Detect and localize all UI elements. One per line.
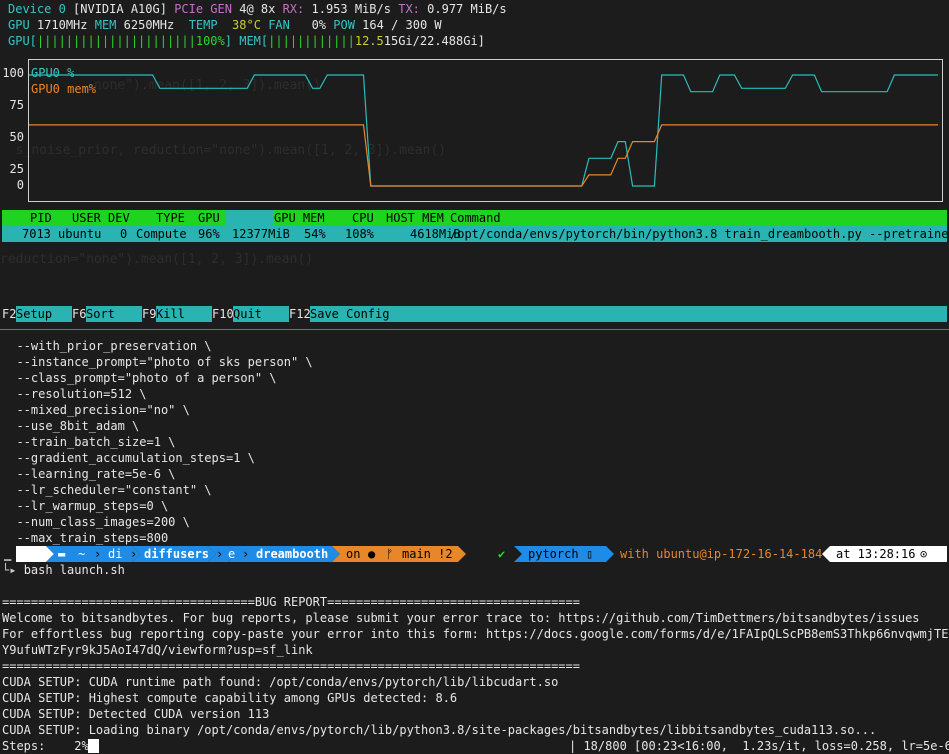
output-line: CUDA SETUP: Loading binary /opt/conda/en… — [2, 723, 877, 737]
process-row[interactable]: 7013 ubuntu 0 Compute 96% 12377MiB 54% 1… — [2, 226, 949, 242]
pane-divider — [0, 329, 949, 330]
output-line: CUDA SETUP: Highest compute capability a… — [2, 691, 458, 705]
script-line: --use_8bit_adam \ — [2, 419, 140, 433]
script-line: --with_prior_preservation \ — [2, 339, 212, 353]
script-line: --train_batch_size=1 \ — [2, 435, 176, 449]
command-text: bash launch.sh — [23, 563, 125, 577]
col-type: TYPE — [156, 211, 185, 225]
command-line: └▸ bash launch.sh — [2, 562, 125, 578]
prompt-time: at 13:28:16 — [836, 547, 916, 561]
prompt-arrow-icon: └▸ — [2, 563, 17, 577]
fkey-save-config[interactable]: Save Config — [310, 306, 947, 322]
output-line: Y9ufuWTzFyr9kJ5AoI47dQ/viewform?usp=sf_l… — [2, 643, 313, 657]
col-command: Command — [450, 211, 501, 225]
output-line: Welcome to bitsandbytes. For bug reports… — [2, 611, 920, 625]
col-host-mem: HOST MEM — [386, 211, 444, 225]
process-table-header: PID USER DEV TYPE GPU GPU MEM CPU HOST M… — [2, 210, 947, 226]
cell-cpu: 108% — [345, 227, 374, 241]
prompt-path-home: ~ — [78, 547, 86, 561]
progress-bar-fill — [88, 739, 99, 753]
background-text: reduction="none").mean([1, 2, 3]).mean() — [0, 252, 314, 267]
y-tick-label: 0 — [16, 178, 24, 192]
prompt-path-dreambooth: dreambooth — [256, 547, 329, 561]
cell-user: ubuntu — [58, 227, 102, 241]
shell-prompt: ▁ ▬ ~ › di › diffusers › e › dreambooth … — [2, 546, 947, 562]
col-user: USER — [72, 211, 101, 225]
y-tick-label: 75 — [9, 98, 24, 112]
function-key-bar: F2 Setup F6 Sort F9 Kill F10 Quit F12 Sa… — [2, 306, 947, 322]
progress-percent: 2% — [74, 739, 89, 753]
prompt-path-diffusers: diffusers — [144, 547, 210, 561]
mem-usage-bar: |||||||||||| — [268, 34, 355, 48]
prompt-git-branch: main !2 — [402, 547, 453, 561]
cell-gpu-mem: 12377MiB — [232, 227, 290, 241]
fkey-f12-key: F12 — [289, 307, 311, 321]
script-line: --mixed_precision="no" \ — [2, 403, 190, 417]
y-tick-label: 25 — [9, 162, 24, 176]
prompt-env: pytorch — [528, 547, 579, 561]
fkey-kill[interactable]: Kill — [156, 306, 212, 322]
gpu-usage-series — [29, 74, 938, 187]
output-line: CUDA SETUP: CUDA runtime path found: /op… — [2, 675, 559, 689]
col-cpu: CPU — [352, 211, 374, 225]
output-line: ===================================BUG R… — [2, 595, 580, 609]
fkey-quit[interactable]: Quit — [233, 306, 289, 322]
clock-line: GPU 1710MHz MEM 6250MHz TEMP 38°C FAN 0%… — [8, 18, 442, 32]
progress-stats: | 18/800 [00:23<16:00, 1.23s/it, loss=0.… — [569, 739, 949, 753]
status-check-icon: ✔ — [498, 547, 506, 561]
output-line: For effortless bug reporting copy-paste … — [2, 627, 949, 641]
fkey-f2-key: F2 — [2, 307, 17, 321]
output-line: CUDA SETUP: Detected CUDA version 113 — [2, 707, 270, 721]
branch-icon: ᚠ — [386, 547, 394, 561]
python-icon: ▯ — [586, 547, 594, 561]
usage-bars-line: GPU[||||||||||||||||||||||100%] MEM[||||… — [8, 34, 485, 48]
col-gpu-mem: GPU MEM — [274, 211, 325, 225]
script-line: --num_class_images=200 \ — [2, 515, 190, 529]
cell-command: /opt/conda/envs/pytorch/bin/python3.8 tr… — [450, 227, 949, 241]
cell-pid: 7013 — [22, 227, 51, 241]
fkey-f10-key: F10 — [212, 307, 234, 321]
cell-dev: 0 — [120, 227, 128, 241]
prompt-git-on: on — [346, 547, 361, 561]
fkey-sort[interactable]: Sort — [86, 306, 142, 322]
script-line: --class_prompt="photo of a person" \ — [2, 371, 277, 385]
gpu-history-chart: GPU0 % GPU0 mem% — [28, 59, 943, 202]
cell-type: Compute — [136, 227, 187, 241]
script-line: --gradient_accumulation_steps=1 \ — [2, 451, 255, 465]
col-gpu: GPU — [198, 211, 220, 225]
progress-line: Steps: 2%| — [2, 738, 96, 754]
mem-usage-series — [29, 124, 938, 187]
y-tick-label: 50 — [9, 130, 24, 144]
fkey-f9-key: F9 — [142, 307, 157, 321]
cell-gpu: 96% — [198, 227, 220, 241]
script-line: --lr_scheduler="constant" \ — [2, 483, 212, 497]
progress-label: Steps: — [2, 739, 46, 753]
device-line: Device 0 [NVIDIA A10G] PCIe GEN 4@ 8x RX… — [8, 2, 507, 16]
script-line: --max_train_steps=800 — [2, 531, 169, 545]
fkey-setup[interactable]: Setup — [16, 306, 72, 322]
script-line: --lr_warmup_steps=0 \ — [2, 499, 169, 513]
prompt-user-host: with ubuntu@ip-172-16-14-184 — [620, 547, 823, 561]
script-line: --learning_rate=5e-6 \ — [2, 467, 176, 481]
folder-icon: ▬ — [58, 547, 66, 561]
github-icon: ● — [368, 547, 376, 561]
script-line: --instance_prompt="photo of sks person" … — [2, 355, 313, 369]
prompt-path-di: di — [108, 547, 123, 561]
y-tick-label: 100 — [2, 66, 24, 80]
col-pid: PID — [30, 211, 52, 225]
output-line: ========================================… — [2, 659, 580, 673]
prompt-path-e: e — [228, 547, 236, 561]
script-line: --resolution=512 \ — [2, 387, 147, 401]
fkey-f6-key: F6 — [72, 307, 87, 321]
cell-gpu-mem-pct: 54% — [304, 227, 326, 241]
chart-plot — [29, 74, 938, 187]
col-dev: DEV — [108, 211, 130, 225]
clock-icon: ⊙ — [920, 547, 928, 561]
gpu-usage-bar: |||||||||||||||||||||| — [36, 34, 196, 48]
